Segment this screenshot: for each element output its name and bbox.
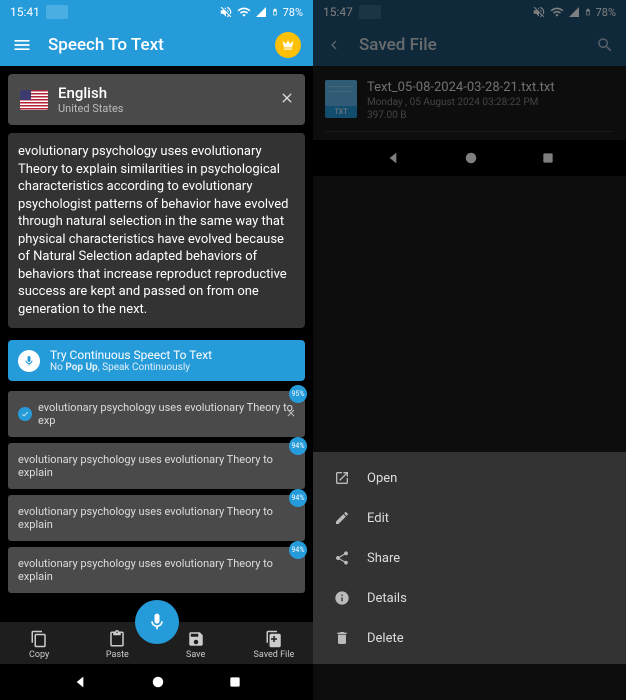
recent-nav-icon[interactable]: [228, 675, 242, 689]
copy-button[interactable]: Copy: [0, 630, 78, 660]
details-button[interactable]: Details: [313, 578, 626, 618]
mic-icon: [147, 612, 167, 632]
mic-icon: [18, 350, 40, 372]
language-name: English: [58, 84, 123, 102]
crown-icon: [281, 38, 295, 52]
paste-icon: [108, 630, 126, 648]
page-title: Saved File: [359, 35, 580, 55]
status-indicator: [359, 5, 381, 19]
percent-badge: 94%: [289, 437, 307, 455]
signal-icon: [568, 6, 580, 18]
file-type-icon: TXT: [325, 80, 357, 118]
context-menu: Open Edit Share Details Delete: [313, 452, 626, 664]
history-item[interactable]: evolutionary psychology uses evolutionar…: [8, 495, 305, 541]
status-time: 15:41: [10, 5, 40, 19]
back-nav-icon[interactable]: [72, 674, 88, 690]
status-bar: 15:41 78%: [0, 0, 313, 24]
delete-button[interactable]: Delete: [313, 618, 626, 658]
battery-icon: [271, 5, 279, 19]
back-nav-icon[interactable]: [385, 150, 401, 166]
history-text: evolutionary psychology uses evolutionar…: [18, 557, 295, 583]
signal-icon: [255, 6, 267, 18]
history-item[interactable]: evolutionary psychology uses evolutionar…: [8, 443, 305, 489]
mute-icon: [532, 5, 546, 19]
history-text: evolutionary psychology uses evolutionar…: [18, 453, 295, 479]
language-selector[interactable]: English United States: [8, 74, 305, 125]
banner-title: Try Continuous Speect To Text: [50, 348, 212, 362]
file-date: Monday , 05 August 2024 03:28:22 PM: [367, 97, 555, 108]
language-sub: United States: [58, 102, 123, 115]
recent-nav-icon[interactable]: [541, 151, 555, 165]
save-icon: [187, 630, 205, 648]
share-button[interactable]: Share: [313, 538, 626, 578]
wifi-icon: [237, 5, 251, 19]
app-title: Speech To Text: [48, 35, 259, 55]
share-icon: [334, 550, 350, 566]
close-icon[interactable]: [279, 90, 295, 110]
check-icon: [18, 407, 32, 421]
mute-icon: [219, 5, 233, 19]
file-item[interactable]: TXT Text_05-08-2024-03-28-21.txt.txt Mon…: [325, 74, 614, 132]
status-time: 15:47: [323, 5, 353, 19]
status-indicator: [46, 5, 68, 19]
history-text: evolutionary psychology uses evolutionar…: [18, 505, 295, 531]
continuous-banner[interactable]: Try Continuous Speect To Text No Pop Up,…: [8, 340, 305, 381]
file-name: Text_05-08-2024-03-28-21.txt.txt: [367, 80, 555, 95]
mic-button[interactable]: [135, 600, 179, 644]
open-icon: [334, 470, 350, 486]
delete-icon: [334, 630, 350, 646]
percent-badge: 94%: [289, 489, 307, 507]
home-nav-icon[interactable]: [464, 151, 478, 165]
info-icon: [334, 590, 350, 606]
history-item[interactable]: evolutionary psychology uses evolutionar…: [8, 391, 305, 437]
nav-bar: [0, 664, 313, 700]
copy-icon: [30, 630, 48, 648]
history-text: evolutionary psychology uses evolutionar…: [38, 401, 295, 427]
files-icon: [265, 630, 283, 648]
edit-button[interactable]: Edit: [313, 498, 626, 538]
transcript-text[interactable]: evolutionary psychology uses evolutionar…: [8, 133, 305, 328]
back-icon[interactable]: [325, 36, 343, 54]
file-size: 397.00 B: [367, 110, 555, 121]
nav-bar: [313, 140, 626, 176]
status-battery: 78%: [283, 6, 303, 19]
home-nav-icon[interactable]: [151, 675, 165, 689]
app-bar: Saved File: [313, 24, 626, 66]
percent-badge: 95%: [289, 385, 307, 403]
app-bar: Speech To Text: [0, 24, 313, 66]
percent-badge: 94%: [289, 541, 307, 559]
history-list: evolutionary psychology uses evolutionar…: [8, 391, 305, 593]
close-icon[interactable]: [285, 407, 297, 422]
edit-icon: [334, 510, 350, 526]
wifi-icon: [550, 5, 564, 19]
history-item[interactable]: evolutionary psychology uses evolutionar…: [8, 547, 305, 593]
flag-icon: [20, 90, 48, 110]
status-bar: 15:47 78%: [313, 0, 626, 24]
open-button[interactable]: Open: [313, 458, 626, 498]
banner-sub: No Pop Up, Speak Continuously: [50, 362, 212, 373]
battery-icon: [584, 5, 592, 19]
menu-icon[interactable]: [12, 35, 32, 55]
search-icon[interactable]: [596, 36, 614, 54]
status-battery: 78%: [596, 6, 616, 19]
premium-button[interactable]: [275, 32, 301, 58]
saved-file-button[interactable]: Saved File: [235, 630, 313, 660]
